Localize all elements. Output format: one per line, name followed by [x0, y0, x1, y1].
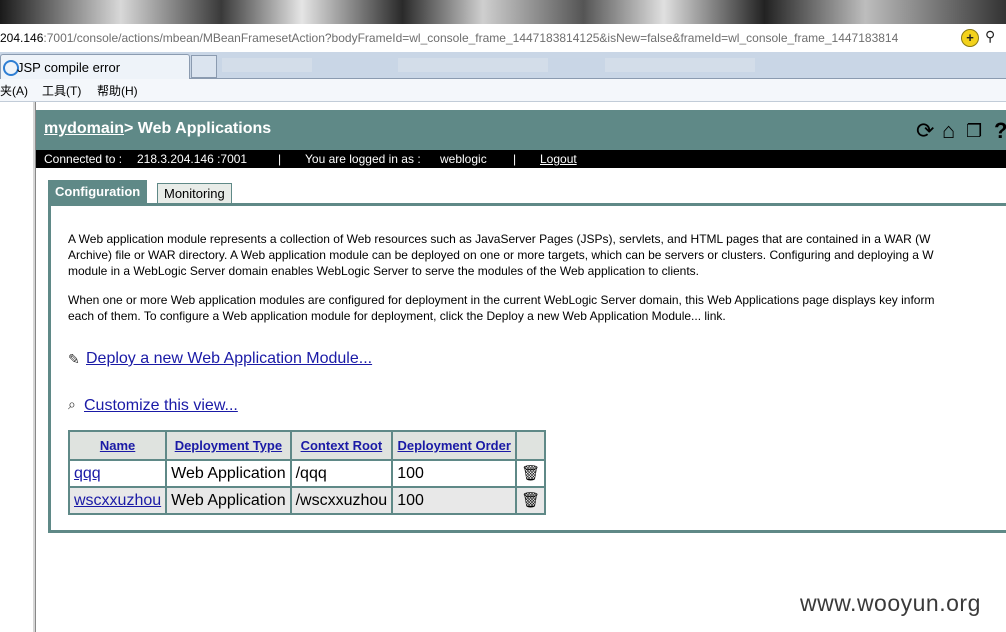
tab-monitoring[interactable]: Monitoring [157, 183, 232, 204]
logout-link[interactable]: Logout [540, 152, 577, 166]
configuration-panel: A Web application module represents a co… [48, 203, 1006, 533]
magnifier-icon: ⌕ [68, 396, 76, 412]
windows-icon[interactable]: ❐ [966, 120, 982, 142]
blurred-window-top [0, 0, 1006, 24]
customize-view-link[interactable]: Customize this view... [84, 397, 238, 415]
menu-favorites[interactable]: 夹(A) [0, 82, 28, 99]
browser-tab-blurred[interactable] [605, 58, 755, 72]
address-url[interactable]: 204.146:7001/console/actions/mbean/MBean… [0, 31, 898, 45]
browser-tab-title: JSP compile error [17, 60, 121, 75]
menu-bar: 夹(A) 工具(T) 帮助(H) [0, 79, 1006, 102]
app-context-root: /wscxxuzhou [289, 486, 394, 515]
web-applications-table: Name Deployment Type Context Root Deploy… [67, 430, 547, 515]
menu-tools[interactable]: 工具(T) [42, 82, 81, 99]
separator: | [513, 152, 517, 166]
connection-status-bar: Connected to : 218.3.204.146 :7001 | You… [36, 150, 1006, 168]
column-header-context-root[interactable]: Context Root [289, 430, 394, 461]
column-header-deployment-type[interactable]: Deployment Type [165, 430, 292, 461]
browser-tab-blurred[interactable] [398, 58, 548, 72]
browser-tab-blurred[interactable] [222, 58, 312, 72]
app-deployment-order: 100 [391, 459, 518, 488]
search-icon[interactable]: ⚲ [985, 28, 995, 45]
app-name-link[interactable]: qqq [67, 459, 168, 488]
trash-icon[interactable]: 🗑 [521, 464, 540, 482]
logged-in-label: You are logged in as : [305, 152, 421, 166]
column-header-actions [515, 430, 547, 461]
app-deployment-order: 100 [391, 486, 518, 515]
add-favorite-icon[interactable]: + [961, 29, 979, 47]
description-paragraph-2: When one or more Web application modules… [68, 293, 935, 323]
table-row: qqq Web Application /qqq 100 🗑 [67, 459, 547, 488]
column-header-name[interactable]: Name [67, 430, 168, 461]
menu-help[interactable]: 帮助(H) [97, 82, 138, 99]
logged-in-user: weblogic [440, 152, 487, 166]
help-icon[interactable]: ? [994, 120, 1006, 142]
app-name-link[interactable]: wscxxuzhou [67, 486, 168, 515]
separator: | [278, 152, 282, 166]
app-type: Web Application [165, 486, 292, 515]
new-tab-button[interactable] [191, 55, 217, 78]
browser-tab-active[interactable]: JSP compile error [0, 54, 190, 79]
deploy-new-module-link[interactable]: Deploy a new Web Application Module... [86, 350, 372, 368]
domain-link[interactable]: mydomain [44, 120, 124, 137]
page-header: mydomain> Web Applications ⟳ ⌂ ❐ ? [36, 110, 1006, 150]
watermark: www.wooyun.org [800, 590, 981, 616]
breadcrumb: mydomain> Web Applications [44, 120, 271, 138]
left-navigation-frame [0, 102, 35, 632]
app-context-root: /qqq [289, 459, 394, 488]
pencil-edit-icon: ✎ [68, 351, 80, 367]
home-icon[interactable]: ⌂ [942, 120, 955, 142]
page-title: > Web Applications [124, 120, 272, 137]
connected-value: 218.3.204.146 :7001 [137, 152, 248, 166]
console-content: mydomain> Web Applications ⟳ ⌂ ❐ ? Conne… [36, 102, 1006, 632]
trash-icon[interactable]: 🗑 [521, 491, 540, 509]
table-header-row: Name Deployment Type Context Root Deploy… [67, 430, 547, 461]
address-bar[interactable]: 204.146:7001/console/actions/mbean/MBean… [0, 24, 1006, 53]
connected-label: Connected to : [44, 152, 123, 166]
refresh-icon[interactable]: ⟳ [916, 120, 934, 142]
column-header-deployment-order[interactable]: Deployment Order [391, 430, 518, 461]
table-row: wscxxuzhou Web Application /wscxxuzhou 1… [67, 486, 547, 515]
app-type: Web Application [165, 459, 292, 488]
description-paragraph-1: A Web application module represents a co… [68, 232, 934, 278]
